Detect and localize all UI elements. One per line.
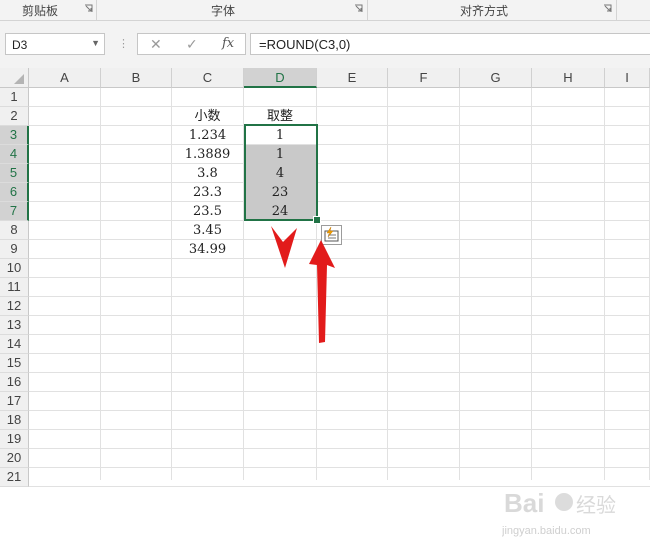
- watermark: Bai 经验 jingyan.baidu.com: [501, 486, 642, 544]
- gridline: [29, 106, 650, 107]
- row-header-19[interactable]: 19: [0, 430, 29, 449]
- red-arrow-down-icon: [271, 226, 297, 268]
- row-header-6[interactable]: 6: [0, 183, 29, 202]
- cell-c3[interactable]: 1.234: [172, 126, 243, 145]
- column-header-f[interactable]: F: [388, 68, 460, 88]
- gridline: [29, 448, 650, 449]
- red-arrow-up-icon: [309, 240, 335, 343]
- insert-function-button[interactable]: fx: [222, 36, 234, 51]
- ribbon-group-font: 字体: [97, 0, 368, 20]
- row-header-2[interactable]: 2: [0, 107, 29, 126]
- row-header-14[interactable]: 14: [0, 335, 29, 354]
- column-header-c[interactable]: C: [172, 68, 244, 88]
- dialog-launcher-icon[interactable]: [603, 4, 612, 13]
- name-box[interactable]: D3 ▼: [5, 33, 105, 55]
- row-header-3[interactable]: 3: [0, 126, 29, 145]
- gridline: [531, 88, 532, 480]
- select-all-icon: [14, 74, 24, 84]
- column-header-b[interactable]: B: [101, 68, 172, 88]
- row-header-5[interactable]: 5: [0, 164, 29, 183]
- column-header-e[interactable]: E: [317, 68, 388, 88]
- watermark-brand: Bai: [504, 488, 544, 518]
- cell-d3[interactable]: 1: [244, 126, 316, 145]
- formula-text: =ROUND(C3,0): [259, 37, 351, 52]
- row-header-11[interactable]: 11: [0, 278, 29, 297]
- cell-c6[interactable]: 23.3: [172, 183, 243, 202]
- ribbon-group-label: 对齐方式: [460, 4, 509, 18]
- row-header-17[interactable]: 17: [0, 392, 29, 411]
- gridline: [387, 88, 388, 480]
- cell-c8[interactable]: 3.45: [172, 221, 243, 240]
- column-header-d[interactable]: D: [244, 68, 317, 88]
- watermark-url: jingyan.baidu.com: [502, 525, 591, 537]
- row-header-16[interactable]: 16: [0, 373, 29, 392]
- ribbon-group-label: 剪贴板: [22, 4, 59, 18]
- gridline: [29, 372, 650, 373]
- gridline: [459, 88, 460, 480]
- cell-d2-header[interactable]: 取整: [244, 107, 316, 126]
- cell-c5[interactable]: 3.8: [172, 164, 243, 183]
- dialog-launcher-icon[interactable]: [354, 4, 363, 13]
- dialog-launcher-icon[interactable]: [84, 4, 93, 13]
- chevron-down-icon[interactable]: ▼: [91, 38, 100, 48]
- column-header-a[interactable]: A: [29, 68, 101, 88]
- row-header-9[interactable]: 9: [0, 240, 29, 259]
- row-header-1[interactable]: 1: [0, 88, 29, 107]
- column-header-i[interactable]: I: [605, 68, 650, 88]
- gridline: [100, 88, 101, 480]
- gridline: [604, 88, 605, 480]
- gridline: [29, 144, 650, 145]
- cell-c4[interactable]: 1.3889: [172, 145, 243, 164]
- row-header-10[interactable]: 10: [0, 259, 29, 278]
- more-options-icon: ⋮: [118, 38, 129, 50]
- gridline: [29, 429, 650, 430]
- select-all-corner[interactable]: [0, 68, 29, 88]
- row-header-18[interactable]: 18: [0, 411, 29, 430]
- gridline: [29, 163, 650, 164]
- ribbon-group-alignment: 对齐方式: [368, 0, 617, 20]
- annotation-arrows: [271, 226, 335, 343]
- check-icon[interactable]: ✓: [186, 36, 198, 53]
- cell-d4[interactable]: 1: [244, 145, 316, 164]
- formula-buttons: ✕ ✓ fx: [137, 33, 246, 55]
- gridline: [29, 391, 650, 392]
- cell-c9[interactable]: 34.99: [172, 240, 243, 259]
- formula-bar: D3 ▼ ⋮ ✕ ✓ fx =ROUND(C3,0): [0, 21, 650, 68]
- cell-c7[interactable]: 23.5: [172, 202, 243, 221]
- gridline: [29, 125, 650, 126]
- row-header-13[interactable]: 13: [0, 316, 29, 335]
- ribbon-group-label: 字体: [211, 4, 236, 18]
- row-header-7[interactable]: 7: [0, 202, 29, 221]
- baidu-jingyan-logo: Bai 经验 jingyan.baidu.com: [501, 488, 616, 537]
- watermark-brand-suffix: 经验: [576, 493, 616, 517]
- cell-c2-header[interactable]: 小数: [172, 107, 243, 126]
- row-header-12[interactable]: 12: [0, 297, 29, 316]
- gridline: [29, 201, 650, 202]
- column-header-h[interactable]: H: [532, 68, 605, 88]
- row-header-8[interactable]: 8: [0, 221, 29, 240]
- ribbon-group-bar: 剪贴板 字体 对齐方式: [0, 0, 650, 21]
- row-header-20[interactable]: 20: [0, 449, 29, 468]
- name-box-value: D3: [12, 38, 28, 52]
- cell-d5[interactable]: 4: [244, 164, 316, 183]
- gridline: [29, 182, 650, 183]
- worksheet-grid[interactable]: ABCDEFGHI 1 2 3 4 5 6 7 8 9 10 11 12 13 14 15 16 17 18 19 2…: [0, 68, 650, 537]
- ribbon-group-clipboard: 剪贴板: [0, 0, 97, 20]
- gridline: [29, 467, 650, 468]
- formula-input[interactable]: =ROUND(C3,0): [250, 33, 650, 55]
- row-header-4[interactable]: 4: [0, 145, 29, 164]
- gridline: [29, 410, 650, 411]
- row-header-15[interactable]: 15: [0, 354, 29, 373]
- cell-d6[interactable]: 23: [244, 183, 316, 202]
- gridline: [29, 353, 650, 354]
- column-header-g[interactable]: G: [460, 68, 532, 88]
- close-icon[interactable]: ✕: [150, 36, 162, 53]
- row-header-21[interactable]: 21: [0, 468, 29, 487]
